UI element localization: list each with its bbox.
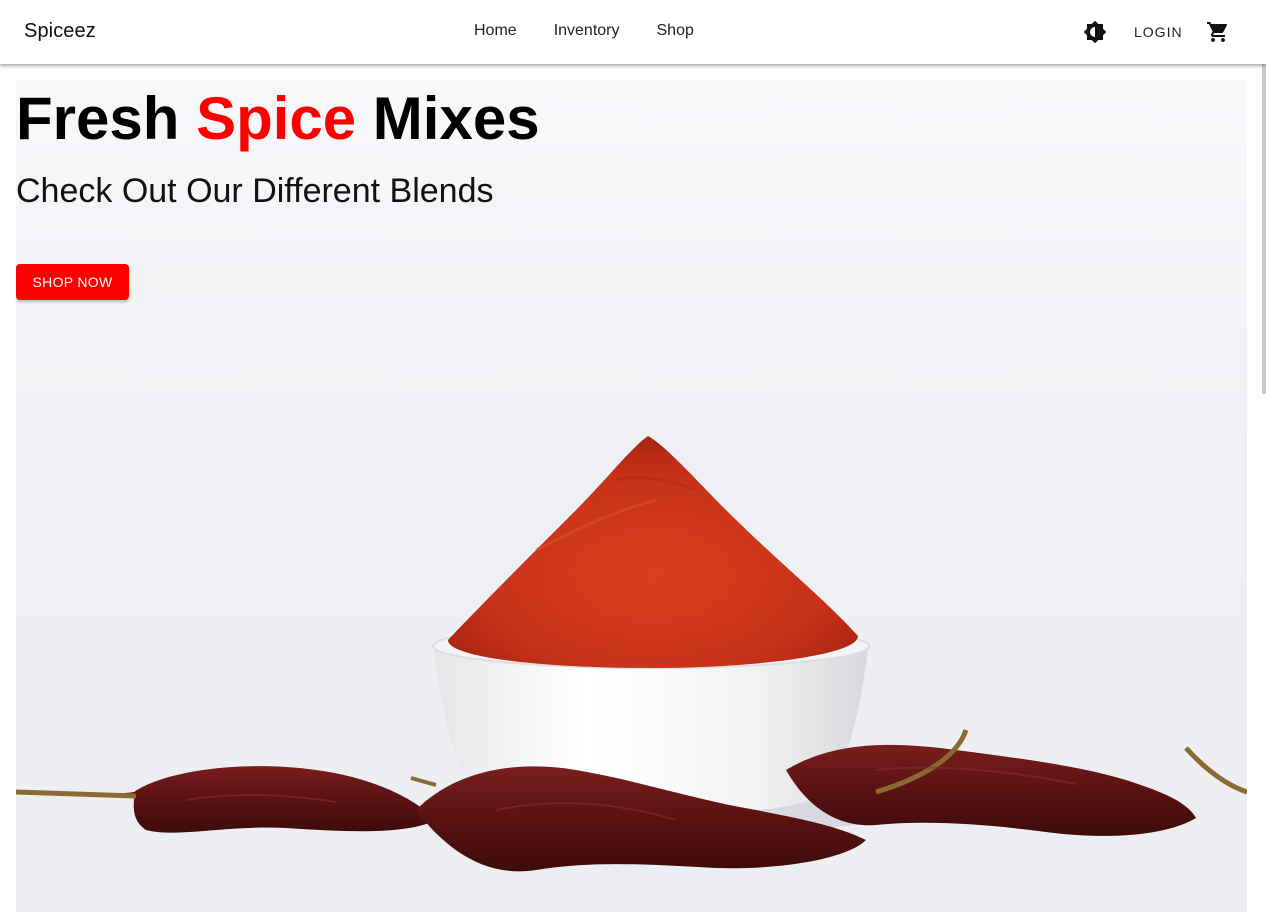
- hero-title-suffix: Mixes: [356, 85, 540, 152]
- hero-title: Fresh Spice Mixes: [16, 84, 540, 154]
- main-nav: Home Inventory Shop: [474, 22, 731, 40]
- nav-inventory[interactable]: Inventory: [554, 22, 620, 40]
- shopping-cart-icon[interactable]: [1206, 20, 1230, 44]
- brightness-icon[interactable]: [1083, 20, 1107, 44]
- hero-title-accent: Spice: [196, 85, 357, 152]
- nav-home[interactable]: Home: [474, 22, 517, 40]
- shop-now-button[interactable]: SHOP NOW: [16, 264, 129, 300]
- app-bar: Spiceez Home Inventory Shop LOGIN: [0, 0, 1266, 64]
- hero-banner: Fresh Spice Mixes Check Out Our Differen…: [16, 80, 1247, 912]
- brand-logo[interactable]: Spiceez: [24, 20, 96, 43]
- hero-title-prefix: Fresh: [16, 85, 197, 152]
- login-button[interactable]: LOGIN: [1134, 24, 1183, 40]
- nav-shop[interactable]: Shop: [657, 22, 694, 40]
- hero-subtitle: Check Out Our Different Blends: [16, 172, 494, 210]
